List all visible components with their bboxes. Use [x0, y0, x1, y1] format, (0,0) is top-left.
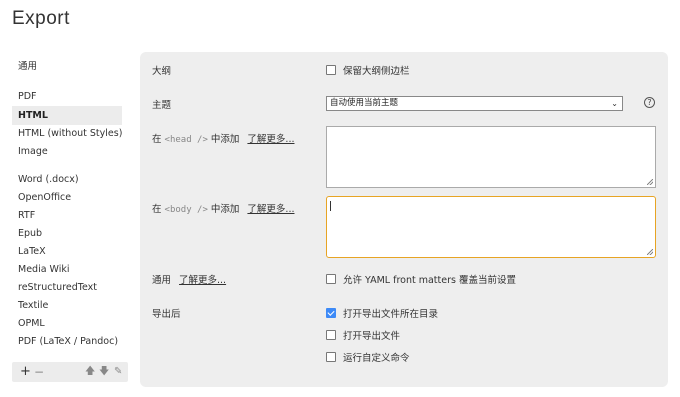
- outline-label: 大纲: [152, 66, 172, 77]
- allow-yaml-checkbox[interactable]: [326, 274, 336, 284]
- sidebar-toolbar: + − 🡅 🡇 ✎: [12, 362, 128, 382]
- body-textarea[interactable]: [326, 196, 656, 258]
- body-learn-more-link[interactable]: 了解更多...: [247, 204, 294, 215]
- body-tag-code: <body />: [164, 205, 208, 215]
- body-label-suffix: 中添加: [207, 204, 240, 215]
- sidebar-item-openoffice[interactable]: OpenOffice: [12, 189, 122, 207]
- sidebar-item-pdf[interactable]: PDF: [12, 88, 122, 106]
- after-export-option: 打开导出文件: [326, 328, 400, 342]
- head-label-suffix: 中添加: [207, 134, 240, 145]
- theme-select-value: 自动使用当前主题: [330, 98, 399, 108]
- sidebar-item-pdf-latex-pandoc[interactable]: PDF (LaTeX / Pandoc): [12, 333, 122, 351]
- remove-icon[interactable]: −: [34, 364, 44, 380]
- theme-select[interactable]: 自动使用当前主题 ⌄: [326, 96, 623, 111]
- sidebar: 通用 PDF HTML HTML (without Styles) Image …: [12, 56, 122, 351]
- general-label: 通用 了解更多...: [152, 272, 226, 286]
- sidebar-item-textile[interactable]: Textile: [12, 297, 122, 315]
- resize-grip-icon[interactable]: [647, 179, 653, 185]
- open-folder-label: 打开导出文件所在目录: [343, 309, 439, 320]
- window-title: Export: [12, 8, 70, 29]
- keep-outline-label: 保留大纲侧边栏: [343, 66, 410, 77]
- keep-outline-checkbox[interactable]: [326, 65, 336, 75]
- general-label-text: 通用: [152, 275, 172, 286]
- head-tag-code: <head />: [164, 135, 208, 145]
- general-learn-more-link[interactable]: 了解更多...: [179, 275, 226, 286]
- run-command-checkbox[interactable]: [326, 352, 336, 362]
- head-textarea[interactable]: [326, 126, 656, 188]
- chevron-down-icon: ⌄: [611, 99, 618, 108]
- open-file-label: 打开导出文件: [343, 331, 401, 342]
- after-export-option: 打开导出文件所在目录: [326, 306, 438, 320]
- head-learn-more-link[interactable]: 了解更多...: [247, 134, 294, 145]
- add-icon[interactable]: +: [20, 364, 31, 380]
- resize-grip-icon[interactable]: [647, 249, 653, 255]
- sidebar-item-media-wiki[interactable]: Media Wiki: [12, 261, 122, 279]
- move-up-icon[interactable]: 🡅: [85, 364, 95, 380]
- yaml-row: 允许 YAML front matters 覆盖当前设置: [326, 272, 516, 286]
- head-label-prefix: 在: [152, 134, 165, 145]
- run-command-label: 运行自定义命令: [343, 353, 410, 364]
- sidebar-item-html[interactable]: HTML: [12, 106, 122, 125]
- outline-row: 保留大纲侧边栏: [326, 63, 410, 77]
- head-label: 在 <head /> 中添加 了解更多...: [152, 131, 294, 145]
- help-icon[interactable]: ?: [644, 97, 655, 108]
- settings-panel: 大纲 保留大纲侧边栏 主题 自动使用当前主题 ⌄ ? 在 <head /> 中添…: [140, 52, 668, 387]
- after-export-label: 导出后: [152, 309, 181, 320]
- edit-icon[interactable]: ✎: [114, 364, 122, 380]
- allow-yaml-label: 允许 YAML front matters 覆盖当前设置: [343, 275, 516, 286]
- after-export-option: 运行自定义命令: [326, 350, 410, 364]
- sidebar-item-general[interactable]: 通用: [12, 58, 122, 76]
- theme-label: 主题: [152, 100, 172, 111]
- body-label-prefix: 在: [152, 204, 165, 215]
- text-caret: [330, 201, 331, 211]
- sidebar-item-epub[interactable]: Epub: [12, 225, 122, 243]
- sidebar-item-opml[interactable]: OPML: [12, 315, 122, 333]
- sidebar-item-latex[interactable]: LaTeX: [12, 243, 122, 261]
- move-down-icon[interactable]: 🡇: [99, 364, 109, 380]
- open-file-checkbox[interactable]: [326, 330, 336, 340]
- sidebar-item-html-without-styles[interactable]: HTML (without Styles): [12, 125, 122, 143]
- sidebar-item-rtf[interactable]: RTF: [12, 207, 122, 225]
- sidebar-item-word[interactable]: Word (.docx): [12, 171, 122, 189]
- sidebar-item-restructuredtext[interactable]: reStructuredText: [12, 279, 122, 297]
- body-label: 在 <body /> 中添加 了解更多...: [152, 201, 294, 215]
- sidebar-item-image[interactable]: Image: [12, 143, 122, 161]
- open-folder-checkbox[interactable]: [326, 308, 336, 318]
